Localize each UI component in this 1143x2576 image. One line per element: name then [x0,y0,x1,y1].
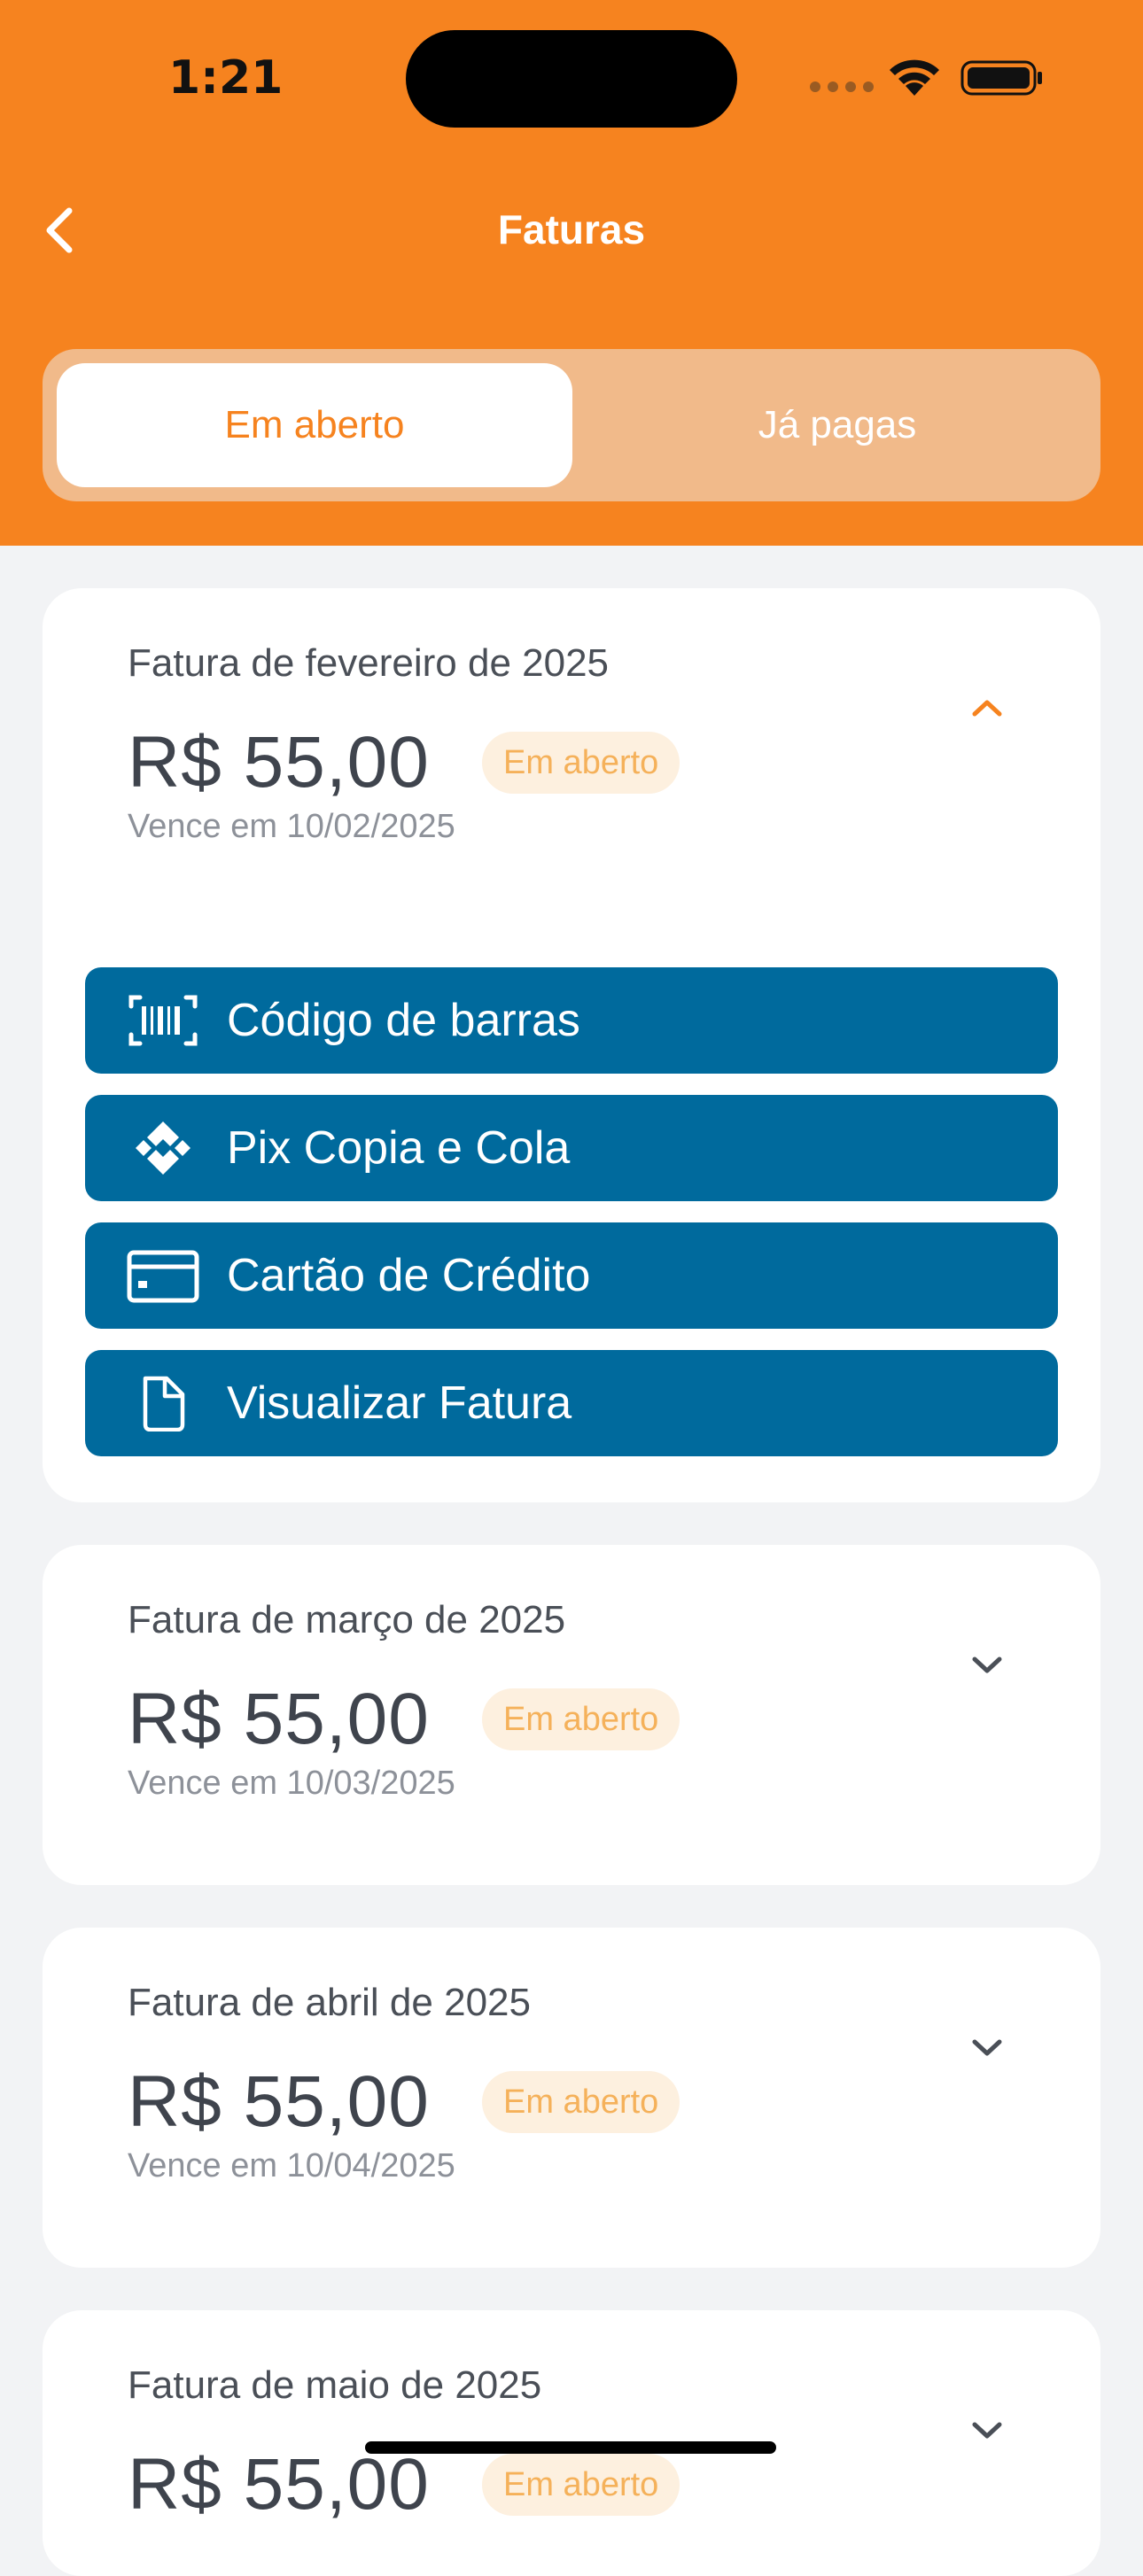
chevron-down-icon[interactable] [968,2034,1007,2060]
invoice-title: Fatura de abril de 2025 [128,1981,531,2024]
view-invoice-button[interactable]: Visualizar Fatura [85,1350,1058,1456]
invoice-amount: R$ 55,00 [128,722,430,803]
invoice-title: Fatura de fevereiro de 2025 [128,641,610,685]
tab-em-aberto[interactable]: Em aberto [57,363,572,487]
document-icon [143,1376,185,1432]
credit-card-icon [127,1250,199,1303]
status-badge: Em aberto [482,1688,680,1750]
dynamic-island [406,30,737,128]
invoice-title: Fatura de maio de 2025 [128,2363,542,2407]
invoice-amount: R$ 55,00 [128,2061,430,2142]
invoice-card-marco[interactable]: Fatura de março de 2025 R$ 55,00 Em aber… [43,1545,1100,1885]
wifi-icon [890,59,939,96]
invoice-card-abril[interactable]: Fatura de abril de 2025 R$ 55,00 Em aber… [43,1928,1100,2268]
invoice-card-fevereiro: Fatura de fevereiro de 2025 R$ 55,00 Em … [43,588,1100,1502]
cellular-signal-icon [810,81,874,92]
pix-button-label: Pix Copia e Cola [227,1122,571,1174]
chevron-down-icon[interactable] [968,1651,1007,1678]
pix-copy-paste-button[interactable]: Pix Copia e Cola [85,1095,1058,1201]
battery-icon [960,60,1042,96]
credit-card-button-label: Cartão de Crédito [227,1250,591,1301]
credit-card-button[interactable]: Cartão de Crédito [85,1222,1058,1329]
status-time: 1:21 [168,51,284,105]
invoice-due-date: Vence em 10/03/2025 [128,1765,455,1802]
app-header: 1:21 Faturas Em aberto Já pagas [0,0,1143,546]
invoice-title: Fatura de março de 2025 [128,1598,566,1641]
invoice-amount: R$ 55,00 [128,1679,430,1759]
tab-ja-pagas[interactable]: Já pagas [587,363,1088,487]
invoice-due-date: Vence em 10/02/2025 [128,808,455,845]
status-badge: Em aberto [482,2454,680,2516]
pix-icon [136,1121,190,1175]
status-badge: Em aberto [482,2071,680,2133]
page-title: Faturas [497,206,646,252]
barcode-button-label: Código de barras [227,995,580,1046]
chevron-down-icon[interactable] [968,2417,1007,2443]
chevron-up-icon[interactable] [968,694,1007,721]
view-invoice-button-label: Visualizar Fatura [227,1377,572,1429]
home-indicator[interactable] [365,2441,776,2454]
invoice-status-tabs: Em aberto Já pagas [43,349,1100,501]
barcode-icon [128,995,198,1046]
status-badge: Em aberto [482,732,680,794]
barcode-button[interactable]: Código de barras [85,967,1058,1074]
invoice-amount: R$ 55,00 [128,2444,430,2525]
invoice-due-date: Vence em 10/04/2025 [128,2147,455,2184]
